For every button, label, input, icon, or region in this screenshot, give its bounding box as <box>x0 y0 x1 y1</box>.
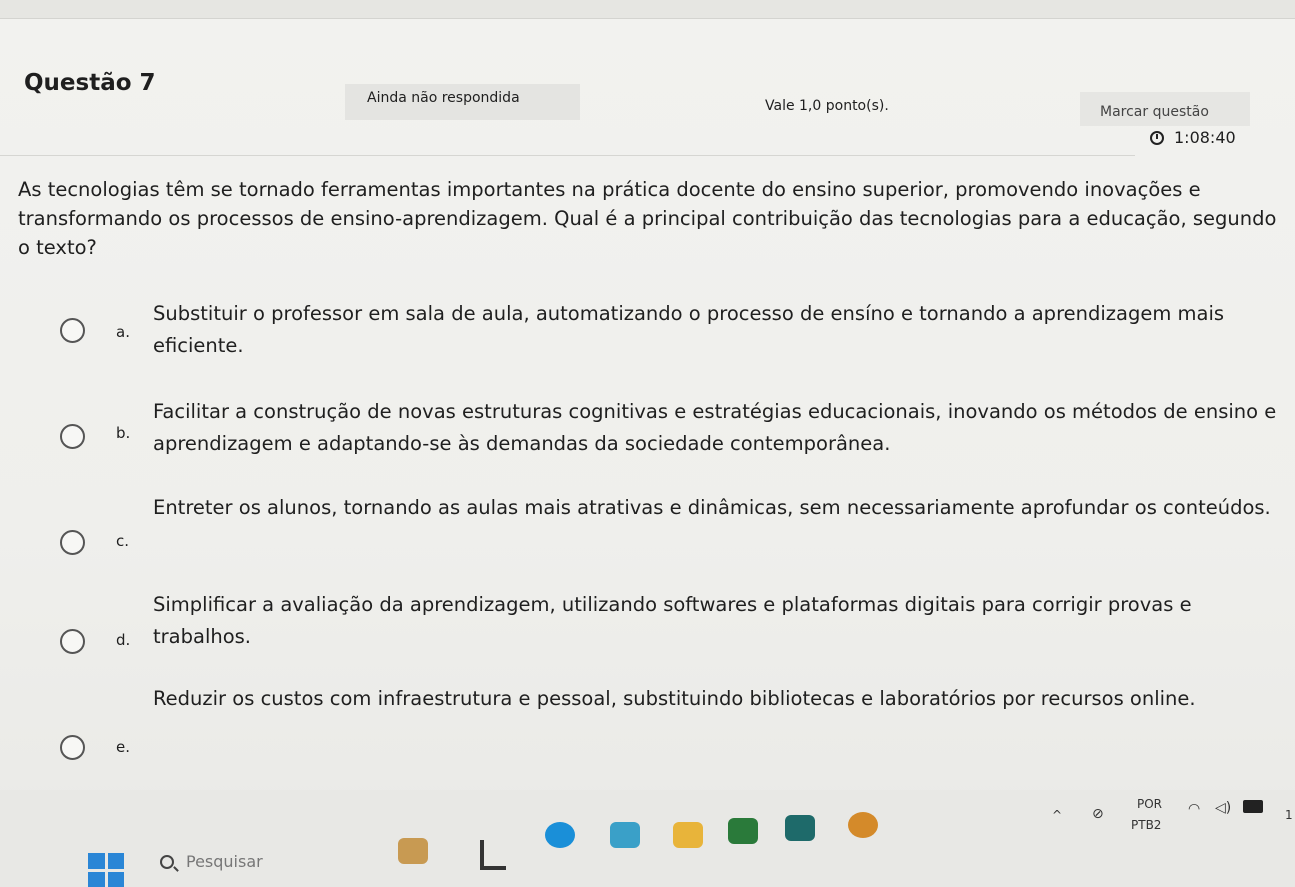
radio-option-c[interactable] <box>60 530 85 555</box>
radio-option-e[interactable] <box>60 735 85 760</box>
quiz-timer: 1:08:40 <box>1150 128 1236 147</box>
option-text: Substituir o professor em sala de aula, … <box>153 302 1225 357</box>
option-letter: a. <box>116 323 130 341</box>
divider <box>0 155 1135 156</box>
clock-icon <box>1150 130 1164 145</box>
taskbar-search[interactable]: Pesquisar <box>160 852 263 871</box>
option-c[interactable]: c. Entreter os alunos, tornando as aulas… <box>60 492 1290 572</box>
option-letter: d. <box>116 631 131 649</box>
volume-icon[interactable]: ◁) <box>1215 800 1231 816</box>
option-text: Simplificar a avaliação da aprendizagem,… <box>153 593 1192 648</box>
question-text: As tecnologias têm se tornado ferramenta… <box>18 178 1277 259</box>
battery-icon[interactable] <box>1243 800 1263 813</box>
flag-question-button[interactable]: Marcar questão <box>1080 92 1250 126</box>
widget-icon[interactable] <box>398 838 428 864</box>
windows-icon[interactable] <box>88 853 124 887</box>
timer-value: 1:08:40 <box>1174 128 1236 147</box>
option-e[interactable]: e. Reduzir os custos com infraestrutura … <box>60 683 1290 763</box>
file-explorer-icon[interactable] <box>673 822 703 848</box>
app-icon-2[interactable] <box>848 812 878 838</box>
option-b[interactable]: b. Facilitar a construção de novas estru… <box>60 396 1290 476</box>
option-text: Facilitar a construção de novas estrutur… <box>153 400 1277 455</box>
question-grade: Vale 1,0 ponto(s). <box>765 98 889 114</box>
keyboard-indicator[interactable]: PTB2 <box>1131 818 1161 832</box>
option-letter: b. <box>116 424 131 442</box>
edge-icon[interactable] <box>545 822 575 848</box>
option-d[interactable]: d. Simplificar a avaliação da aprendizag… <box>60 589 1290 669</box>
search-placeholder: Pesquisar <box>186 852 263 871</box>
option-letter: e. <box>116 738 130 756</box>
radio-option-a[interactable] <box>60 318 85 343</box>
search-icon <box>160 854 174 869</box>
wifi-icon[interactable]: ◠ <box>1188 801 1200 817</box>
top-strip <box>0 0 1295 19</box>
chevron-up-icon[interactable]: ^ <box>1052 808 1062 822</box>
question-title: Questão 7 <box>24 70 156 96</box>
radio-option-d[interactable] <box>60 629 85 654</box>
network-icon[interactable]: ⊘ <box>1092 806 1104 822</box>
option-text: Entreter os alunos, tornando as aulas ma… <box>153 496 1271 519</box>
option-letter: c. <box>116 532 130 550</box>
language-indicator[interactable]: POR <box>1137 797 1162 811</box>
radio-option-b[interactable] <box>60 424 85 449</box>
option-a[interactable]: a. Substituir o professor em sala de aul… <box>60 298 1290 378</box>
copilot-icon[interactable] <box>610 822 640 848</box>
clock-partial: 1 <box>1285 808 1293 822</box>
option-text: Reduzir os custos com infraestrutura e p… <box>153 687 1196 710</box>
question-state-badge: Ainda não respondida <box>345 84 580 120</box>
store-icon[interactable] <box>728 818 758 844</box>
task-view-icon[interactable] <box>480 840 506 870</box>
taskbar <box>0 790 1295 887</box>
app-icon[interactable] <box>785 815 815 841</box>
